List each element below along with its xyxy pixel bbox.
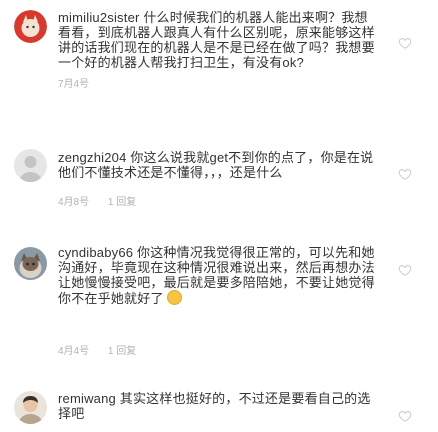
comment-time: 4月8号 [58,197,90,208]
comment-username[interactable]: cyndibaby66 [58,245,133,260]
comment-text: mimiliu2sister 什么时候我们的机器人能出来啊？我想看看，到底机器人… [58,10,378,70]
comment-meta: 4月4号 1 回复 [58,346,136,358]
avatar[interactable] [14,149,47,182]
grinning-emoji-icon [167,290,183,305]
red-cat-avatar-icon [14,10,47,43]
comment-time: 7月4号 [58,79,90,90]
reply-count[interactable]: 1 回复 [108,346,136,357]
like-heart-icon[interactable] [398,36,412,50]
avatar[interactable] [14,10,47,43]
avatar[interactable] [14,247,47,280]
like-heart-icon[interactable] [398,409,412,423]
like-heart-icon[interactable] [398,167,412,181]
person-photo-avatar-icon [14,391,47,424]
comment-text: zengzhi204 你这么说我就get不到你的点了，你是在说他们不懂技术还是不… [58,150,376,180]
comment-text: cyndibaby66 你这种情况我觉得很正常的，可以先和她沟通好，毕竟现在这种… [58,245,380,306]
comment-text: remiwang 其实这样也挺好的，不过还是要看自己的选择吧 [58,391,376,421]
gray-placeholder-avatar-icon [14,149,47,182]
comment-time: 4月4号 [58,346,90,357]
comment-username[interactable]: remiwang [58,391,116,406]
comment-username[interactable]: mimiliu2sister [58,10,140,25]
avatar[interactable] [14,391,47,424]
comment-meta: 4月8号 1 回复 [58,197,136,209]
reply-count[interactable]: 1 回复 [108,197,136,208]
cat-photo-avatar-icon [14,247,47,280]
like-heart-icon[interactable] [398,263,412,277]
comment-meta: 7月4号 [58,79,89,91]
comment-username[interactable]: zengzhi204 [58,150,127,165]
